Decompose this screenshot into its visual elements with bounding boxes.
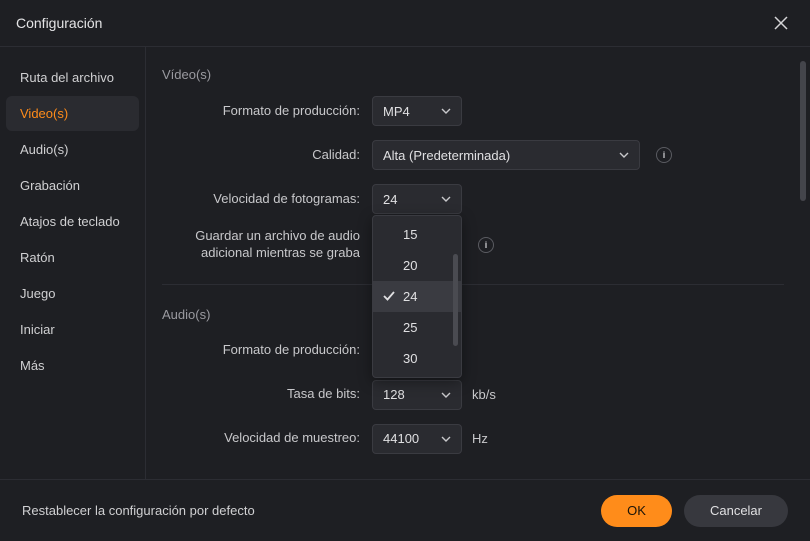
content-panel: Vídeo(s) Formato de producción: MP4 Cali…: [146, 47, 810, 479]
fps-option-15[interactable]: 15: [373, 219, 461, 250]
chevron-down-icon: [441, 390, 451, 400]
save-audio-label: Guardar un archivo de audio adicional mi…: [162, 228, 372, 262]
content-scrollbar-track[interactable]: [800, 61, 806, 479]
sidebar-item-start[interactable]: Iniciar: [6, 312, 139, 347]
sidebar-item-shortcuts[interactable]: Atajos de teclado: [6, 204, 139, 239]
content-scrollbar-thumb[interactable]: [800, 61, 806, 201]
reset-defaults-link[interactable]: Restablecer la configuración por defecto: [22, 503, 589, 518]
sidebar-item-recording[interactable]: Grabación: [6, 168, 139, 203]
bitrate-label: Tasa de bits:: [162, 386, 372, 403]
fps-option-25[interactable]: 25: [373, 312, 461, 343]
fps-option-20[interactable]: 20: [373, 250, 461, 281]
fps-label: Velocidad de fotogramas:: [162, 191, 372, 208]
section-title-audio: Audio(s): [162, 284, 784, 322]
sidebar-item-game[interactable]: Juego: [6, 276, 139, 311]
dropdown-scrollbar[interactable]: [453, 254, 458, 346]
chevron-down-icon: [441, 434, 451, 444]
titlebar: Configuración: [0, 0, 810, 46]
samplerate-select[interactable]: 44100: [372, 424, 462, 454]
chevron-down-icon: [619, 150, 629, 160]
fps-value: 24: [383, 192, 397, 207]
footer: Restablecer la configuración por defecto…: [0, 479, 810, 541]
sidebar-item-file-path[interactable]: Ruta del archivo: [6, 60, 139, 95]
sidebar-item-mouse[interactable]: Ratón: [6, 240, 139, 275]
close-button[interactable]: [768, 10, 794, 36]
fps-dropdown: 15 20 24 25 30: [372, 215, 462, 378]
chevron-down-icon: [441, 106, 451, 116]
sidebar-item-audios[interactable]: Audio(s): [6, 132, 139, 167]
sidebar: Ruta del archivo Video(s) Audio(s) Graba…: [0, 47, 146, 479]
audio-format-label: Formato de producción:: [162, 342, 372, 359]
fps-option-30[interactable]: 30: [373, 343, 461, 374]
bitrate-value: 128: [383, 387, 405, 402]
save-audio-info-icon[interactable]: i: [478, 237, 494, 253]
window-title: Configuración: [16, 15, 102, 31]
cancel-button[interactable]: Cancelar: [684, 495, 788, 527]
fps-select[interactable]: 24: [372, 184, 462, 214]
ok-button[interactable]: OK: [601, 495, 672, 527]
bitrate-select[interactable]: 128: [372, 380, 462, 410]
bitrate-unit: kb/s: [472, 387, 496, 402]
samplerate-label: Velocidad de muestreo:: [162, 430, 372, 447]
sidebar-item-videos[interactable]: Video(s): [6, 96, 139, 131]
quality-info-icon[interactable]: i: [656, 147, 672, 163]
quality-label: Calidad:: [162, 147, 372, 164]
quality-value: Alta (Predeterminada): [383, 148, 510, 163]
check-icon: [383, 290, 395, 302]
samplerate-value: 44100: [383, 431, 419, 446]
samplerate-unit: Hz: [472, 431, 488, 446]
section-title-video: Vídeo(s): [162, 67, 784, 82]
chevron-down-icon: [441, 194, 451, 204]
fps-option-24[interactable]: 24: [373, 281, 461, 312]
quality-select[interactable]: Alta (Predeterminada): [372, 140, 640, 170]
video-format-label: Formato de producción:: [162, 103, 372, 120]
video-format-select[interactable]: MP4: [372, 96, 462, 126]
sidebar-item-more[interactable]: Más: [6, 348, 139, 383]
video-format-value: MP4: [383, 104, 410, 119]
close-icon: [774, 16, 788, 30]
